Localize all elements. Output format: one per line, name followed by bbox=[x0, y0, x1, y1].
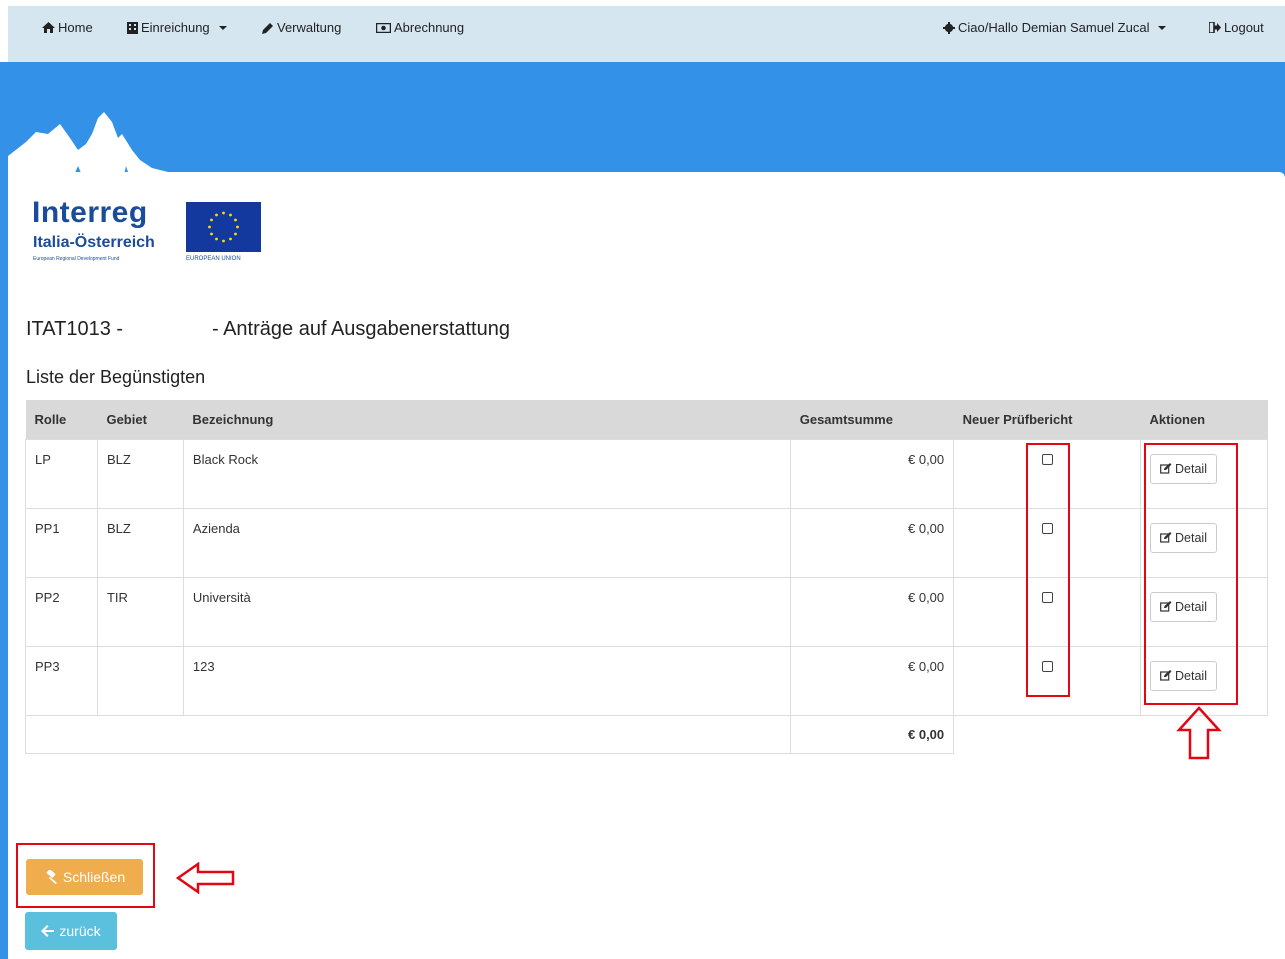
col-header-gebiet: Gebiet bbox=[97, 400, 184, 439]
cell-gebiet: BLZ bbox=[96, 438, 184, 509]
col-header-aktionen: Aktionen bbox=[1140, 400, 1268, 439]
eu-label: EUROPEAN UNION bbox=[186, 256, 241, 262]
cell-gesamtsumme: € 0,00 bbox=[790, 438, 955, 509]
close-button-label: Schließen bbox=[62, 869, 126, 885]
table-header-row: Rolle Gebiet Bezeichnung Gesamtsumme Neu… bbox=[25, 400, 1268, 439]
cell-rolle: PP2 bbox=[25, 576, 98, 647]
beneficiaries-table: Rolle Gebiet Bezeichnung Gesamtsumme Neu… bbox=[24, 400, 1268, 754]
nav-home[interactable]: Home bbox=[42, 20, 93, 35]
cell-gebiet bbox=[96, 645, 184, 716]
table-row: PP1 BLZ Azienda € 0,00 Detail bbox=[25, 507, 1268, 578]
cell-bezeichnung: 123 bbox=[182, 645, 792, 716]
nav-einreichung-label: Einreichung bbox=[141, 20, 210, 35]
col-header-gesamtsumme: Gesamtsumme bbox=[790, 400, 954, 439]
back-button[interactable]: zurück bbox=[25, 912, 117, 950]
section-title: Liste der Begünstigten bbox=[26, 367, 206, 387]
col-header-pruefbericht: Neuer Prüfbericht bbox=[953, 400, 1141, 439]
cell-rolle: PP1 bbox=[25, 507, 98, 578]
cell-gesamtsumme: € 0,00 bbox=[790, 576, 955, 647]
nav-user-menu[interactable]: Ciao/Hallo Demian Samuel Zucal bbox=[943, 20, 1167, 35]
back-button-label: zurück bbox=[59, 923, 101, 939]
close-button[interactable]: Schließen bbox=[26, 859, 143, 895]
nav-verwaltung[interactable]: Verwaltung bbox=[262, 20, 341, 35]
nav-home-label: Home bbox=[58, 20, 93, 35]
annotation-box-detail bbox=[1144, 443, 1238, 705]
arrow-left-icon bbox=[41, 925, 55, 937]
cell-gesamtsumme: € 0,00 bbox=[790, 507, 955, 578]
pencil-icon bbox=[262, 22, 273, 34]
cell-rolle: PP3 bbox=[25, 645, 98, 716]
nav-logout[interactable]: Logout bbox=[1209, 20, 1264, 35]
col-header-bezeichnung: Bezeichnung bbox=[183, 400, 791, 439]
cell-bezeichnung: Università bbox=[182, 576, 792, 647]
home-icon bbox=[42, 22, 55, 33]
cell-bezeichnung: Black Rock bbox=[182, 438, 792, 509]
nav-einreichung[interactable]: Einreichung bbox=[127, 20, 227, 35]
building-icon bbox=[127, 21, 138, 34]
annotation-box-checkboxes bbox=[1026, 443, 1070, 697]
header-banner bbox=[8, 62, 1285, 184]
annotation-arrow-left-icon bbox=[176, 862, 235, 894]
table-row: LP BLZ Black Rock € 0,00 Detail bbox=[25, 438, 1268, 509]
table-row: PP2 TIR Università € 0,00 Detail bbox=[25, 576, 1268, 647]
total-amount: € 0,00 bbox=[790, 714, 955, 754]
cell-gesamtsumme: € 0,00 bbox=[790, 645, 955, 716]
chevron-down-icon bbox=[1158, 25, 1167, 30]
nav-verwaltung-label: Verwaltung bbox=[277, 20, 342, 35]
cell-gebiet: TIR bbox=[96, 576, 184, 647]
col-header-rolle: Rolle bbox=[25, 400, 98, 439]
interreg-region: Italia-Österreich bbox=[33, 234, 155, 251]
annotation-arrow-up-icon bbox=[1176, 706, 1222, 760]
nav-abrechnung[interactable]: Abrechnung bbox=[376, 20, 464, 35]
gavel-icon bbox=[46, 870, 57, 884]
interreg-fund: European Regional Development Fund bbox=[33, 256, 120, 262]
chevron-down-icon bbox=[218, 25, 227, 30]
gear-icon bbox=[943, 21, 955, 34]
eu-flag-icon bbox=[186, 202, 261, 252]
money-icon bbox=[376, 22, 391, 33]
cell-rolle: LP bbox=[25, 438, 98, 509]
page-title: ITAT1013 - - Anträge auf Ausgabenerstatt… bbox=[26, 318, 510, 340]
cell-bezeichnung: Azienda bbox=[182, 507, 792, 578]
table-row: PP3 123 € 0,00 Detail bbox=[25, 645, 1268, 716]
nav-abrechnung-label: Abrechnung bbox=[394, 20, 465, 35]
cell-gebiet: BLZ bbox=[96, 507, 184, 578]
table-total-row: € 0,00 bbox=[24, 714, 1268, 754]
nav-logout-label: Logout bbox=[1224, 20, 1264, 35]
total-spacer bbox=[24, 714, 792, 754]
interreg-logo: Interreg bbox=[32, 196, 148, 229]
logout-icon bbox=[1209, 22, 1221, 33]
left-border bbox=[0, 62, 8, 959]
nav-user-label: Ciao/Hallo Demian Samuel Zucal bbox=[958, 20, 1150, 35]
